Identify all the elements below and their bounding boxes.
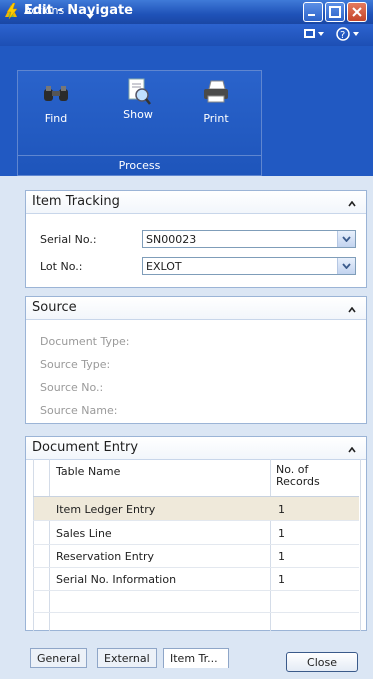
- row-divider: [33, 612, 359, 613]
- chevron-down-icon[interactable]: [337, 231, 355, 247]
- printer-icon: [204, 80, 228, 103]
- row-table-name[interactable]: Sales Line: [56, 527, 112, 540]
- tab-item-tracking[interactable]: Item Tr...: [163, 648, 229, 668]
- minimize-icon: [308, 14, 315, 16]
- row-divider: [33, 590, 359, 591]
- close-icon: [352, 7, 362, 17]
- bolt-icon: [6, 2, 18, 22]
- source-header[interactable]: Source: [26, 297, 366, 320]
- source-no-label: Source No.:: [40, 381, 104, 394]
- maximize-button[interactable]: [325, 2, 345, 22]
- row-records[interactable]: 1: [278, 550, 285, 563]
- chevron-up-icon[interactable]: [348, 303, 356, 316]
- minimize-button[interactable]: [303, 2, 323, 22]
- document-entry-header[interactable]: Document Entry: [26, 437, 366, 460]
- find-label: Find: [44, 112, 68, 125]
- show-label: Show: [123, 108, 153, 121]
- section-title: Item Tracking: [32, 194, 120, 209]
- binoculars-icon: [44, 86, 68, 101]
- section-title: Source: [32, 300, 77, 315]
- tab-external[interactable]: External: [97, 648, 157, 668]
- ribbon-group-process: Find Show Print Process: [17, 70, 262, 176]
- chevron-up-icon[interactable]: [348, 443, 356, 456]
- actions-menu[interactable]: Actions: [24, 4, 64, 17]
- help-icon[interactable]: ?: [336, 27, 362, 44]
- row-divider: [33, 567, 359, 568]
- show-button[interactable]: Show: [110, 78, 166, 121]
- row-records[interactable]: 1: [278, 527, 285, 540]
- chevron-down-icon[interactable]: [337, 258, 355, 274]
- serial-no-select[interactable]: SN00023: [142, 230, 356, 248]
- serial-no-value: SN00023: [146, 233, 197, 246]
- maximize-icon: [329, 6, 341, 18]
- close-window-button[interactable]: [347, 2, 367, 22]
- row-divider: [33, 544, 359, 545]
- layout-icon[interactable]: [304, 28, 326, 43]
- close-button[interactable]: Close: [286, 652, 358, 672]
- row-table-name[interactable]: Item Ledger Entry: [56, 503, 155, 516]
- source-name-label: Source Name:: [40, 404, 118, 417]
- print-button[interactable]: Print: [188, 80, 244, 125]
- serial-no-label: Serial No.:: [40, 233, 97, 246]
- item-tracking-section: Item Tracking Serial No.: SN00023 Lot No…: [25, 190, 367, 288]
- document-entry-section: Document Entry Table Name No. of Records…: [25, 436, 367, 631]
- row-table-name[interactable]: Reservation Entry: [56, 550, 154, 563]
- document-magnifier-icon: [128, 78, 151, 105]
- lot-no-select[interactable]: EXLOT: [142, 257, 356, 275]
- grid-divider: [49, 459, 50, 631]
- row-records[interactable]: 1: [278, 503, 285, 516]
- row-divider: [33, 520, 359, 521]
- item-tracking-header[interactable]: Item Tracking: [26, 191, 366, 214]
- source-section: Source Document Type: Source Type: Sourc…: [25, 296, 367, 424]
- section-title: Document Entry: [32, 440, 139, 455]
- document-type-label: Document Type:: [40, 335, 130, 348]
- find-button[interactable]: Find: [28, 83, 84, 125]
- chevron-up-icon[interactable]: [348, 197, 356, 210]
- column-header-table-name[interactable]: Table Name: [56, 465, 120, 478]
- source-type-label: Source Type:: [40, 358, 111, 371]
- ribbon-group-label: Process: [118, 159, 161, 172]
- column-header-no-of-records[interactable]: No. of Records: [276, 464, 336, 488]
- tab-general[interactable]: General: [30, 648, 88, 668]
- lot-no-value: EXLOT: [146, 260, 182, 273]
- print-label: Print: [203, 112, 229, 125]
- row-records[interactable]: 1: [278, 573, 285, 586]
- grid-divider: [270, 459, 271, 631]
- row-table-name[interactable]: Serial No. Information: [56, 573, 176, 586]
- lot-no-label: Lot No.:: [40, 260, 83, 273]
- svg-text:?: ?: [340, 30, 345, 41]
- chevron-down-icon[interactable]: [86, 9, 94, 22]
- ribbon-divider: [18, 155, 261, 156]
